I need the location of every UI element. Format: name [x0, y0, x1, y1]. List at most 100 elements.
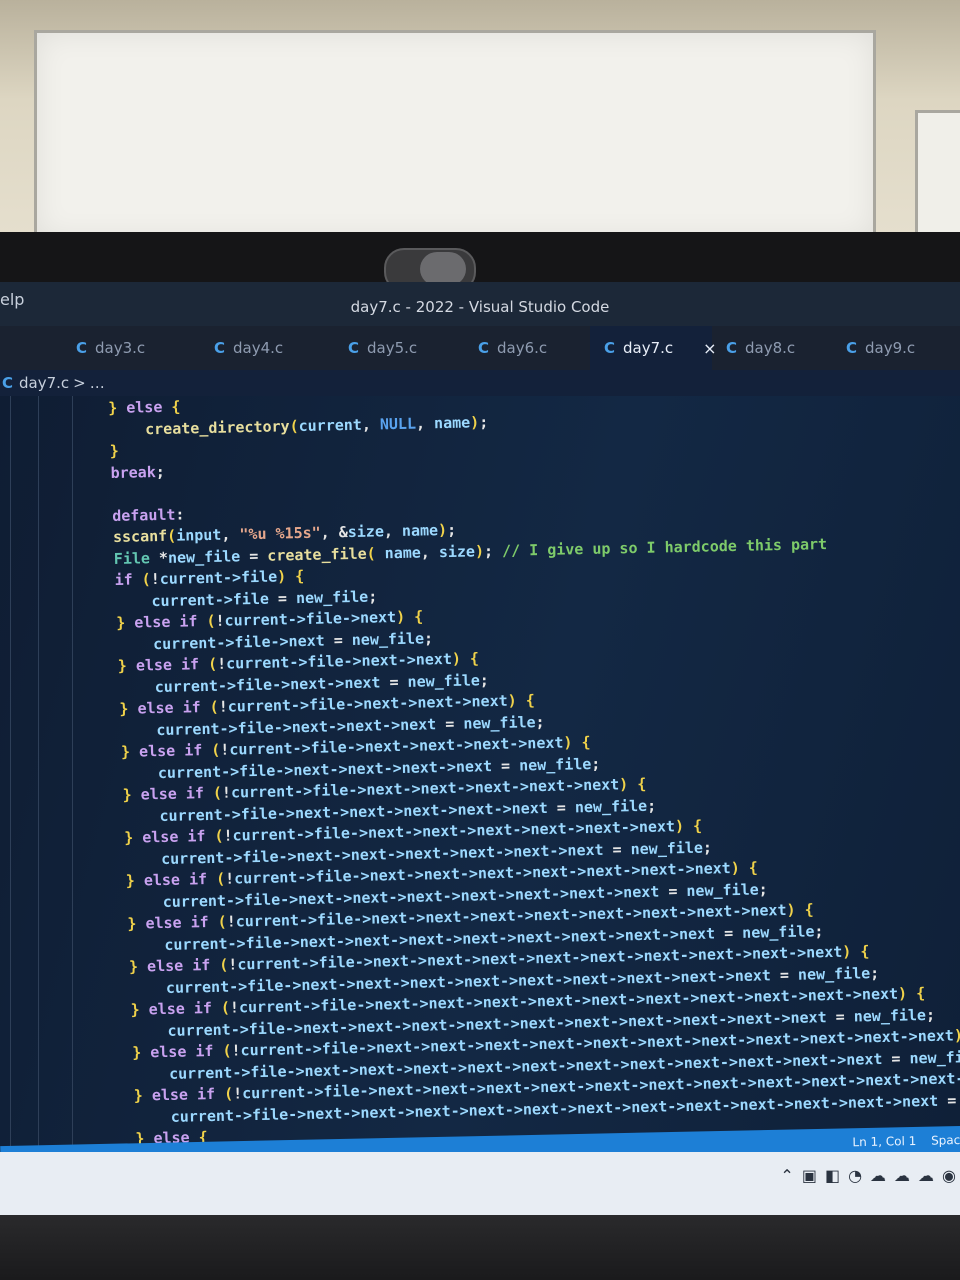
- code-token: current->file: [159, 567, 278, 588]
- code-token: else if: [134, 612, 198, 632]
- tab-label: day3.c: [95, 339, 146, 357]
- meet-icon[interactable]: ▣: [802, 1166, 817, 1185]
- code-token: =: [603, 839, 631, 859]
- code-token: !: [220, 740, 230, 759]
- code-token: current: [298, 415, 363, 435]
- code-token: }: [128, 957, 148, 976]
- onedrive-icon[interactable]: ☁: [918, 1166, 934, 1185]
- code-token: else if: [135, 655, 200, 675]
- tab-day8[interactable]: C day8.c: [726, 326, 836, 370]
- code-token: ,: [221, 525, 240, 544]
- breadcrumb-file[interactable]: day7.c: [19, 374, 69, 392]
- tab-day9[interactable]: C day9.c: [846, 326, 956, 370]
- tab-label: day7.c: [623, 339, 674, 357]
- code-token: new_file: [351, 628, 425, 649]
- code-token: }: [122, 785, 141, 804]
- breadcrumb-more[interactable]: …: [90, 374, 105, 392]
- c-file-icon: C: [2, 374, 14, 392]
- code-token: else if: [146, 956, 211, 976]
- code-token: (: [217, 912, 227, 931]
- teams-icon[interactable]: ◧: [825, 1166, 840, 1185]
- code-token: =: [491, 756, 520, 775]
- code-token: ,: [415, 413, 435, 433]
- network-icon[interactable]: ◉: [942, 1166, 956, 1185]
- code-token: {: [860, 942, 870, 961]
- code-token: }: [119, 699, 138, 718]
- code-token: !: [226, 912, 236, 931]
- tab-day6[interactable]: C day6.c: [478, 326, 588, 370]
- tab-day5[interactable]: C day5.c: [348, 326, 468, 370]
- code-token: ;: [446, 520, 457, 539]
- code-token: ): [474, 541, 485, 560]
- code-token: {: [915, 984, 926, 1003]
- code-token: create_file: [267, 544, 367, 565]
- code-token: ): [786, 900, 796, 919]
- edge-icon[interactable]: ◔: [848, 1166, 862, 1185]
- code-token: !: [232, 1084, 243, 1103]
- code-token: =: [770, 965, 799, 984]
- tab-label: day6.c: [497, 339, 548, 357]
- code-token: }: [130, 1000, 149, 1019]
- code-token: (: [289, 416, 299, 435]
- chevron-up-icon[interactable]: ⌃: [780, 1166, 793, 1185]
- code-token: ,: [383, 521, 403, 541]
- tab-day3[interactable]: C day3.c: [76, 326, 196, 370]
- code-token: (: [211, 740, 221, 759]
- tab-day4[interactable]: C day4.c: [214, 326, 334, 370]
- code-token: ): [619, 775, 629, 794]
- code-token: }: [127, 914, 146, 933]
- code-token: (: [222, 1041, 232, 1060]
- code-token: !: [150, 569, 160, 589]
- code-token: !: [221, 783, 232, 802]
- code-token: ;: [925, 1005, 936, 1024]
- code-token: !: [224, 869, 235, 888]
- code-token: ,: [420, 542, 440, 562]
- code-token: name: [433, 412, 471, 432]
- code-token: ;: [423, 628, 434, 647]
- code-lines: } else { create_directory(current, NULL,…: [0, 379, 960, 1217]
- code-token: !: [216, 654, 227, 673]
- code-token: =: [882, 1048, 910, 1068]
- code-token: new_file: [518, 754, 592, 775]
- code-token: current->file->next->next: [154, 672, 381, 696]
- c-file-icon: C: [478, 339, 490, 357]
- code-token: else: [126, 397, 163, 417]
- code-token: break: [110, 462, 156, 482]
- code-token: =: [826, 1007, 854, 1026]
- c-file-icon: C: [348, 339, 360, 357]
- tab-label: day4.c: [233, 339, 284, 357]
- code-token: if: [114, 570, 133, 589]
- close-tab-icon[interactable]: ×: [703, 339, 716, 358]
- c-file-icon: C: [214, 339, 226, 357]
- code-token: =: [240, 546, 268, 565]
- code-token: {: [413, 607, 424, 626]
- code-editor[interactable]: } else { create_directory(current, NULL,…: [0, 396, 960, 1212]
- code-token: current->file->next: [152, 631, 325, 653]
- cloud-outline-icon[interactable]: ☁: [894, 1166, 910, 1185]
- code-token: }: [120, 742, 140, 761]
- indentation-status[interactable]: Spac: [931, 1133, 960, 1148]
- tab-day7[interactable]: C day7.c ×: [590, 326, 717, 370]
- code-token: {: [171, 397, 181, 416]
- code-token: else if: [143, 870, 208, 890]
- code-token: (: [206, 611, 216, 631]
- cloud-icon[interactable]: ☁: [870, 1166, 886, 1185]
- code-token: ): [953, 1026, 960, 1045]
- code-token: {: [804, 900, 814, 919]
- cursor-position[interactable]: Ln 1, Col 1: [852, 1134, 916, 1149]
- code-token: ;: [869, 963, 880, 982]
- code-token: else if: [151, 1084, 216, 1105]
- code-token: else if: [140, 784, 205, 804]
- code-token: else if: [145, 913, 209, 933]
- code-token: {: [295, 566, 305, 586]
- code-token: }: [125, 871, 145, 890]
